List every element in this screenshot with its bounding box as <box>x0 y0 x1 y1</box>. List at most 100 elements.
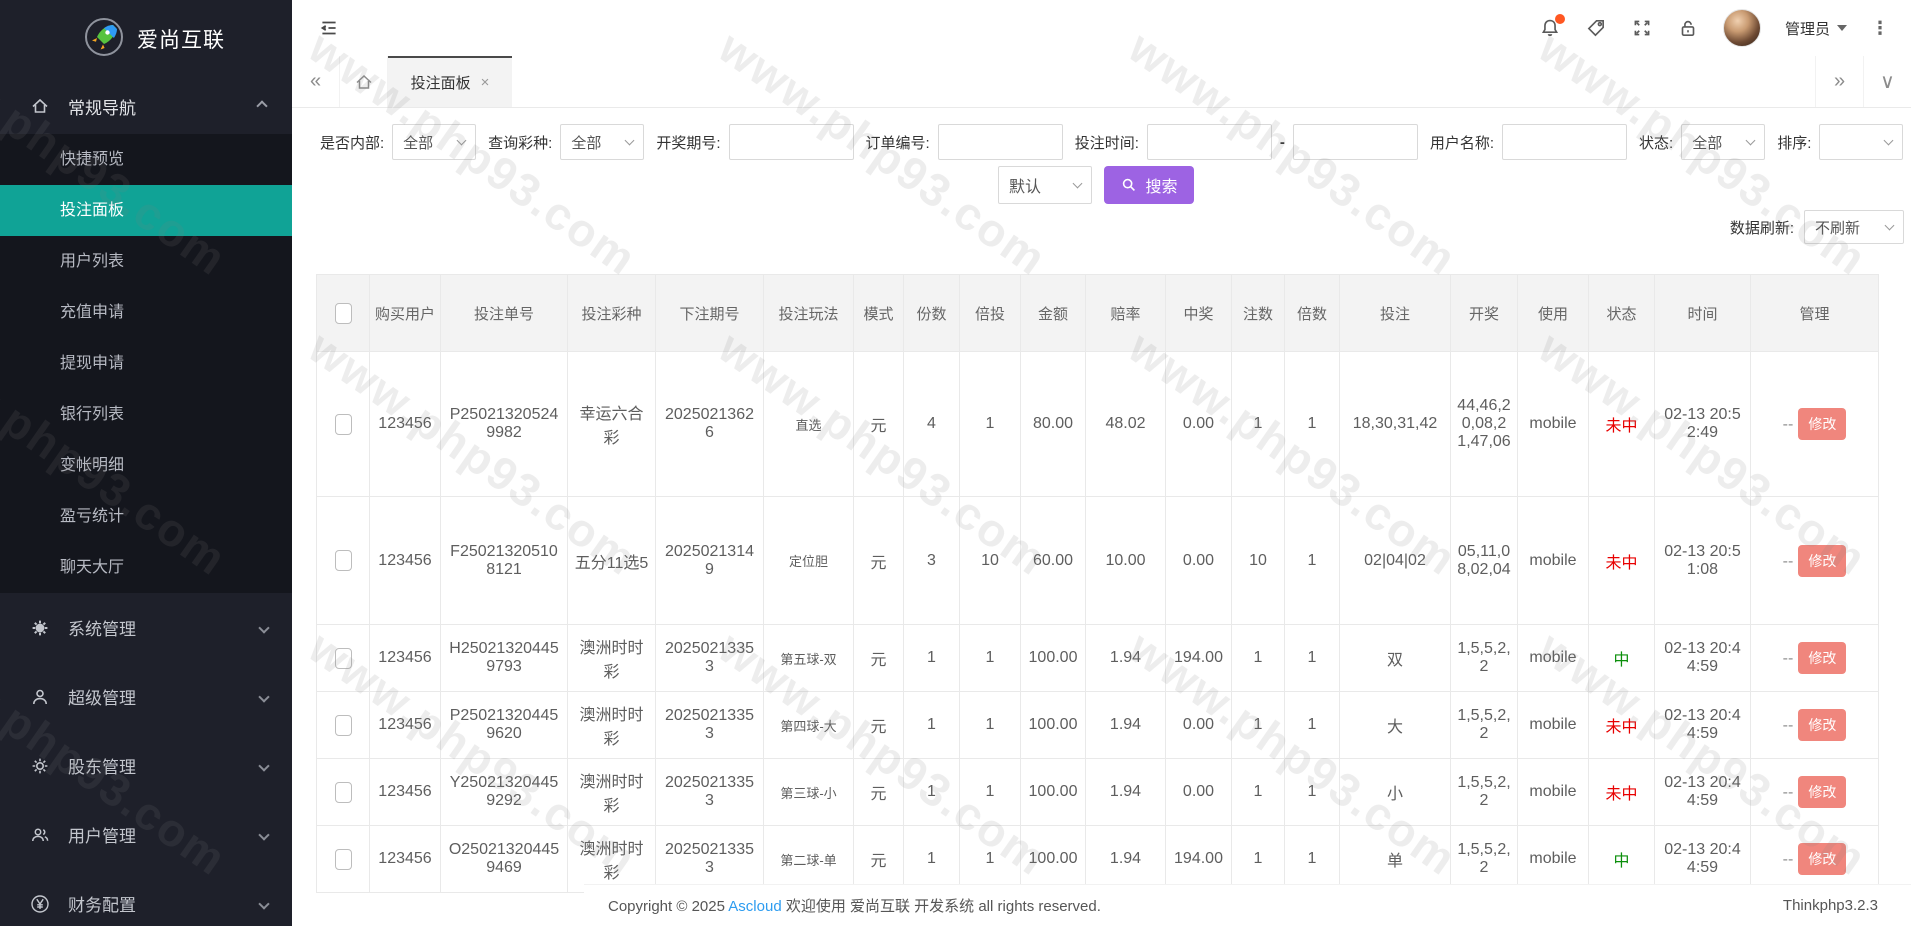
cell-bets: 1 <box>1231 825 1285 893</box>
cell-times: 1 <box>1284 496 1340 625</box>
sidebar-section-main-nav[interactable]: 常规导航 <box>0 78 292 134</box>
username-input[interactable] <box>1502 124 1628 160</box>
copyright: Copyright © 2025 Ascloud 欢迎使用 爱尚互联 开发系统 … <box>608 895 1101 916</box>
user-icon <box>29 686 51 708</box>
row-checkbox[interactable] <box>334 550 352 571</box>
cell-bet: 双 <box>1339 624 1451 692</box>
cell-checkbox <box>316 758 370 826</box>
sidebar-item-8[interactable]: 聊天大厅 <box>0 542 292 593</box>
cell-lottery: 澳洲时时彩 <box>567 624 656 692</box>
tabs-menu-button[interactable]: ∨ <box>1863 56 1911 107</box>
sidebar-item-1[interactable]: 投注面板 <box>0 185 292 236</box>
order-number-input[interactable] <box>937 124 1063 160</box>
filter-sort-select[interactable] <box>1819 124 1904 160</box>
row-checkbox[interactable] <box>334 714 352 736</box>
sidebar-section-0[interactable]: 系统管理 <box>0 593 292 662</box>
filter-internal-label: 是否内部: <box>320 134 385 152</box>
cell-odds: 10.00 <box>1085 496 1166 625</box>
home-tab[interactable] <box>340 56 388 107</box>
edit-button[interactable]: 修改 <box>1798 544 1847 577</box>
notifications-bell-icon[interactable] <box>1539 14 1565 39</box>
sidebar-item-0[interactable]: 快捷预览 <box>0 134 292 185</box>
column-header: 模式 <box>853 274 904 352</box>
edit-button[interactable]: 修改 <box>1798 776 1847 808</box>
edit-button[interactable]: 修改 <box>1798 642 1847 674</box>
time-separator: - <box>1279 133 1285 151</box>
edit-button[interactable]: 修改 <box>1798 408 1847 440</box>
more-options-icon[interactable]: ⋮ <box>1871 18 1889 39</box>
column-header: 投注玩法 <box>763 274 854 352</box>
sort-mode-select[interactable]: 默认 <box>998 166 1092 204</box>
framework-version: Thinkphp3.2.3 <box>1782 897 1878 914</box>
filter-internal-select[interactable]: 全部 <box>392 124 477 160</box>
cell-device: mobile <box>1517 691 1589 759</box>
filter-lottery-select[interactable]: 全部 <box>560 124 645 160</box>
edit-button[interactable]: 修改 <box>1798 843 1847 875</box>
cell-play: 第四球-大 <box>763 691 854 759</box>
filter-sort-label: 排序: <box>1777 134 1812 152</box>
chevron-down-icon <box>1072 178 1083 189</box>
refresh-select[interactable]: 不刷新 <box>1804 210 1904 244</box>
edit-button[interactable]: 修改 <box>1798 709 1847 741</box>
tabs-scroll-left-button[interactable]: « <box>292 56 340 107</box>
row-checkbox[interactable] <box>334 848 352 870</box>
column-header: 注数 <box>1231 274 1285 352</box>
sidebar-item-3[interactable]: 充值申请 <box>0 287 292 338</box>
column-header: 中奖 <box>1165 274 1232 352</box>
lock-icon[interactable] <box>1677 17 1699 39</box>
sidebar-section-1[interactable]: 超级管理 <box>0 662 292 731</box>
status-badge: 中 <box>1613 853 1630 870</box>
tab-betting-panel[interactable]: 投注面板 × <box>388 56 512 107</box>
cell-mode: 元 <box>853 624 904 692</box>
sidebar-section-3[interactable]: 用户管理 <box>0 800 292 869</box>
collapse-sidebar-icon[interactable] <box>318 17 340 39</box>
tabs-scroll-right-button[interactable]: » <box>1815 56 1863 107</box>
fullscreen-icon[interactable] <box>1631 17 1653 39</box>
cell-time: 02-13 20:44:59 <box>1654 758 1751 826</box>
period-input[interactable] <box>728 124 854 160</box>
row-checkbox[interactable] <box>334 647 352 669</box>
tag-icon[interactable] <box>1585 17 1607 39</box>
column-header: 赔率 <box>1085 274 1166 352</box>
sidebar-section-4[interactable]: 财务配置 <box>0 869 292 926</box>
row-checkbox[interactable] <box>334 413 352 435</box>
filter-status-value: 全部 <box>1692 134 1723 152</box>
chevron-down-icon <box>1883 135 1894 146</box>
sidebar-section-label: 财务配置 <box>68 896 136 915</box>
sidebar-section-2[interactable]: 股东管理 <box>0 731 292 800</box>
filter-row: 是否内部: 全部 查询彩种: 全部 开奖期号: 订单编号: 投注时间: - 用户… <box>316 124 1904 160</box>
cell-odds: 48.02 <box>1085 351 1166 497</box>
status-badge: 未中 <box>1605 554 1638 572</box>
sidebar-item-4[interactable]: 提现申请 <box>0 338 292 389</box>
filter-order-label: 订单编号: <box>865 134 930 152</box>
row-checkbox[interactable] <box>334 781 352 803</box>
manage-dash: -- <box>1782 784 1794 801</box>
search-button[interactable]: 搜索 <box>1104 166 1194 204</box>
sidebar-item-5[interactable]: 银行列表 <box>0 389 292 440</box>
cell-draw: 44,46,20,08,21,47,06 <box>1450 351 1518 497</box>
user-avatar[interactable] <box>1722 9 1761 47</box>
gear-outline-icon <box>29 755 51 777</box>
admin-menu[interactable]: 管理员 <box>1785 18 1847 39</box>
filter-status-select[interactable]: 全部 <box>1681 124 1766 160</box>
column-header: 时间 <box>1654 274 1751 352</box>
sidebar-item-2[interactable]: 用户列表 <box>0 236 292 287</box>
cell-amount: 60.00 <box>1020 496 1086 625</box>
filter-status-label: 状态: <box>1639 134 1674 152</box>
column-header: 金额 <box>1020 274 1086 352</box>
cell-win: 0.00 <box>1165 496 1232 625</box>
select-all-checkbox[interactable] <box>334 302 352 324</box>
cell-draw: 1,5,5,2,2 <box>1450 691 1518 759</box>
copyright-link[interactable]: Ascloud <box>728 898 781 915</box>
cell-odds: 1.94 <box>1085 758 1166 826</box>
cell-status: 未中 <box>1588 758 1655 826</box>
cell-mode: 元 <box>853 758 904 826</box>
tab-close-icon[interactable]: × <box>481 74 490 91</box>
sidebar-item-7[interactable]: 盈亏统计 <box>0 491 292 542</box>
cell-period: 20250213353 <box>655 691 764 759</box>
tabbar-spacer <box>512 56 1815 107</box>
sidebar-item-6[interactable]: 变帐明细 <box>0 440 292 491</box>
status-badge: 未中 <box>1605 786 1638 803</box>
time-end-input[interactable] <box>1292 124 1418 160</box>
time-start-input[interactable] <box>1146 124 1272 160</box>
